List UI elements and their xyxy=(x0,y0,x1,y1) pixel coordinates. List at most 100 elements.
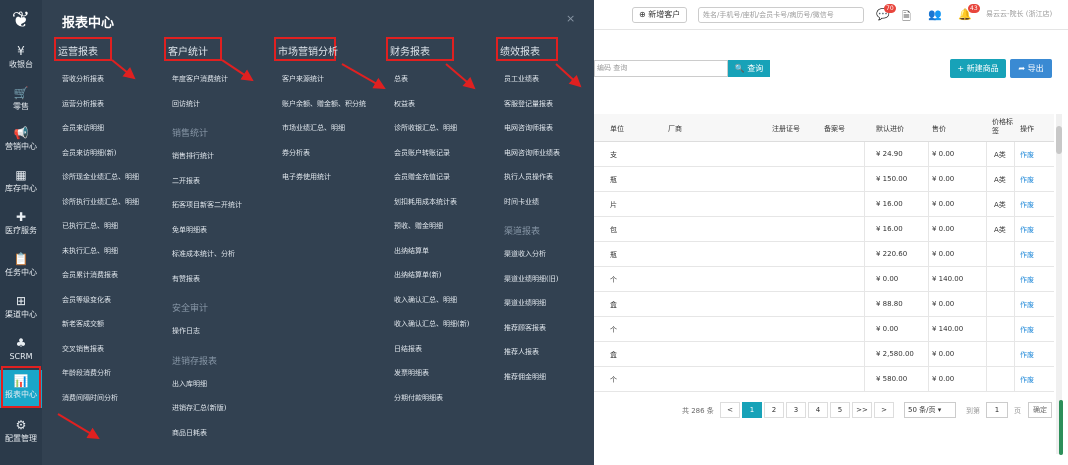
report-menu-item[interactable]: 诊所执行业绩汇总、明细 xyxy=(62,197,139,207)
report-menu-item[interactable]: 消费间隔时间分析 xyxy=(62,393,118,403)
void-link[interactable]: 作废 xyxy=(1020,375,1034,385)
report-menu-item[interactable]: 电网咨询师报表 xyxy=(504,123,553,133)
report-menu-item[interactable]: 未执行汇总、明细 xyxy=(62,246,118,256)
report-menu-item[interactable]: 出纳结算单(新) xyxy=(394,270,441,280)
report-menu-item[interactable]: 新老客成交额 xyxy=(62,319,104,329)
report-menu-item[interactable]: 销售排行统计 xyxy=(172,151,214,161)
table-row[interactable]: 片 ¥ 16.00 ¥ 0.00 A类 作废 xyxy=(594,192,1054,217)
void-link[interactable]: 作废 xyxy=(1020,150,1034,160)
report-menu-item[interactable]: 发票明细表 xyxy=(394,368,429,378)
report-menu-item[interactable]: 客户来源统计 xyxy=(282,74,324,84)
report-menu-item[interactable]: 进销存汇总(新版) xyxy=(172,403,226,413)
report-menu-item[interactable]: 标准成本统计、分析 xyxy=(172,249,235,259)
void-link[interactable]: 作废 xyxy=(1020,275,1034,285)
void-link[interactable]: 作废 xyxy=(1020,175,1034,185)
report-menu-item[interactable]: 交叉销售报表 xyxy=(62,344,104,354)
report-menu-item[interactable]: 有赞报表 xyxy=(172,274,200,284)
report-menu-item[interactable]: 推荐人报表 xyxy=(504,347,539,357)
users-icon[interactable]: 👥 xyxy=(928,8,942,21)
table-row[interactable]: 瓶 ¥ 150.00 ¥ 0.00 A类 作废 xyxy=(594,167,1054,192)
report-menu-item[interactable]: 诊所现金业绩汇总、明细 xyxy=(62,172,139,182)
add-customer-button[interactable]: ⊕ 新增客户 xyxy=(632,7,688,23)
sidebar-item-medical[interactable]: ✚ 医疗服务 xyxy=(0,206,42,244)
sidebar-item-marketing[interactable]: 📢 营销中心 xyxy=(0,122,42,160)
report-menu-item[interactable]: 运营分析报表 xyxy=(62,99,104,109)
report-menu-item[interactable]: 市场业绩汇总、明细 xyxy=(282,123,345,133)
report-menu-item[interactable]: 渠道收入分析 xyxy=(504,249,546,259)
sidebar-item-scrm[interactable]: ♣ SCRM xyxy=(0,332,42,370)
table-row[interactable]: 瓶 ¥ 220.60 ¥ 0.00 作废 xyxy=(594,242,1054,267)
report-menu-item[interactable]: 年龄段消费分析 xyxy=(62,368,111,378)
report-menu-item[interactable]: 划扣耗用成本统计表 xyxy=(394,197,457,207)
table-row[interactable]: 包 ¥ 16.00 ¥ 0.00 A类 作废 xyxy=(594,217,1054,242)
report-menu-item[interactable]: 推荐顾客报表 xyxy=(504,323,546,333)
report-menu-item[interactable]: 操作日志 xyxy=(172,326,200,336)
report-menu-item[interactable]: 执行人员操作表 xyxy=(504,172,553,182)
void-link[interactable]: 作废 xyxy=(1020,250,1034,260)
report-menu-item[interactable]: 券分析表 xyxy=(282,148,310,158)
scrollbar-thumb[interactable] xyxy=(1056,126,1062,154)
table-row[interactable]: 个 ¥ 580.00 ¥ 0.00 作废 xyxy=(594,367,1054,392)
sidebar-item-retail[interactable]: 🛒 零售 xyxy=(0,82,42,120)
report-menu-item[interactable]: 账户余额、赠金额、积分统 xyxy=(282,99,366,109)
table-row[interactable]: 盒 ¥ 2,580.00 ¥ 0.00 作废 xyxy=(594,342,1054,367)
query-button[interactable]: 🔍 查询 xyxy=(728,60,770,77)
void-link[interactable]: 作废 xyxy=(1020,200,1034,210)
report-menu-item[interactable]: 员工业绩表 xyxy=(504,74,539,84)
report-menu-item[interactable]: 客服登记量报表 xyxy=(504,99,553,109)
report-menu-item[interactable]: 会员来访明细 xyxy=(62,123,104,133)
report-menu-item[interactable]: 拓客项目新客二开统计 xyxy=(172,200,242,210)
report-menu-item[interactable]: 电网咨询师业绩表 xyxy=(504,148,560,158)
sidebar-item-config[interactable]: ⚙ 配置管理 xyxy=(0,414,42,452)
report-menu-item[interactable]: 二开报表 xyxy=(172,176,200,186)
sidebar-item-task[interactable]: 📋 任务中心 xyxy=(0,248,42,286)
table-row[interactable]: 个 ¥ 0.00 ¥ 140.00 作废 xyxy=(594,317,1054,342)
page-button[interactable]: 2 xyxy=(764,402,784,418)
global-search-input[interactable]: 姓名/手机号/座机/会员卡号/病历号/微信号 xyxy=(698,7,864,23)
report-menu-item[interactable]: 总表 xyxy=(394,74,408,84)
report-menu-item[interactable]: 免单明细表 xyxy=(172,225,207,235)
report-menu-item[interactable]: 年度客户消费统计 xyxy=(172,74,228,84)
new-product-button[interactable]: + 新建商品 xyxy=(950,59,1006,78)
report-menu-item[interactable]: 会员来访明细(新) xyxy=(62,148,116,158)
table-row[interactable]: 个 ¥ 0.00 ¥ 140.00 作废 xyxy=(594,267,1054,292)
report-menu-item[interactable]: 分期付款明细表 xyxy=(394,393,443,403)
report-menu-item[interactable]: 出纳结算单 xyxy=(394,246,429,256)
page-size-select[interactable]: 50 条/页 ▾ xyxy=(904,402,956,418)
report-menu-item[interactable]: 回访统计 xyxy=(172,99,200,109)
report-menu-item[interactable]: 会员账户转账记录 xyxy=(394,148,450,158)
report-menu-item[interactable]: 诊所收银汇总、明细 xyxy=(394,123,457,133)
page-button[interactable]: 5 xyxy=(830,402,850,418)
table-row[interactable]: 盒 ¥ 88.80 ¥ 0.00 作废 xyxy=(594,292,1054,317)
sidebar-item-cashier[interactable]: ¥ 收银台 xyxy=(0,40,42,78)
void-link[interactable]: 作废 xyxy=(1020,350,1034,360)
page-button[interactable]: 1 xyxy=(742,402,762,418)
report-menu-item[interactable]: 权益表 xyxy=(394,99,415,109)
close-icon[interactable]: × xyxy=(566,12,575,25)
page-button[interactable]: > xyxy=(874,402,894,418)
sidebar-item-inventory[interactable]: ▦ 库存中心 xyxy=(0,164,42,202)
report-menu-item[interactable]: 时间卡业绩 xyxy=(504,197,539,207)
report-menu-item[interactable]: 商品日耗表 xyxy=(172,428,207,438)
page-scrollbar-thumb[interactable] xyxy=(1059,400,1063,455)
report-menu-item[interactable]: 推荐佣金明细 xyxy=(504,372,546,382)
page-button[interactable]: 3 xyxy=(786,402,806,418)
sidebar-item-channel[interactable]: ⊞ 渠道中心 xyxy=(0,290,42,328)
report-menu-item[interactable]: 收入确认汇总、明细(新) xyxy=(394,319,469,329)
export-button[interactable]: ➦ 导出 xyxy=(1010,59,1052,78)
report-menu-item[interactable]: 已执行汇总、明细 xyxy=(62,221,118,231)
report-menu-item[interactable]: 收入确认汇总、明细 xyxy=(394,295,457,305)
void-link[interactable]: 作废 xyxy=(1020,325,1034,335)
document-icon[interactable]: 🗎 xyxy=(902,8,911,27)
report-menu-item[interactable]: 会员累计消费报表 xyxy=(62,270,118,280)
user-name[interactable]: 易云云-院长 (浙江店) xyxy=(986,9,1052,19)
report-menu-item[interactable]: 渠道业绩明细 xyxy=(504,298,546,308)
report-menu-item[interactable]: 渠道业绩明细(旧) xyxy=(504,274,558,284)
report-menu-item[interactable]: 会员等级变化表 xyxy=(62,295,111,305)
report-menu-item[interactable]: 出入库明细 xyxy=(172,379,207,389)
goto-page-input[interactable]: 1 xyxy=(986,402,1008,418)
report-menu-item[interactable]: 营收分析报表 xyxy=(62,74,104,84)
void-link[interactable]: 作废 xyxy=(1020,225,1034,235)
goto-confirm-button[interactable]: 确定 xyxy=(1028,402,1052,418)
page-button[interactable]: >> xyxy=(852,402,872,418)
